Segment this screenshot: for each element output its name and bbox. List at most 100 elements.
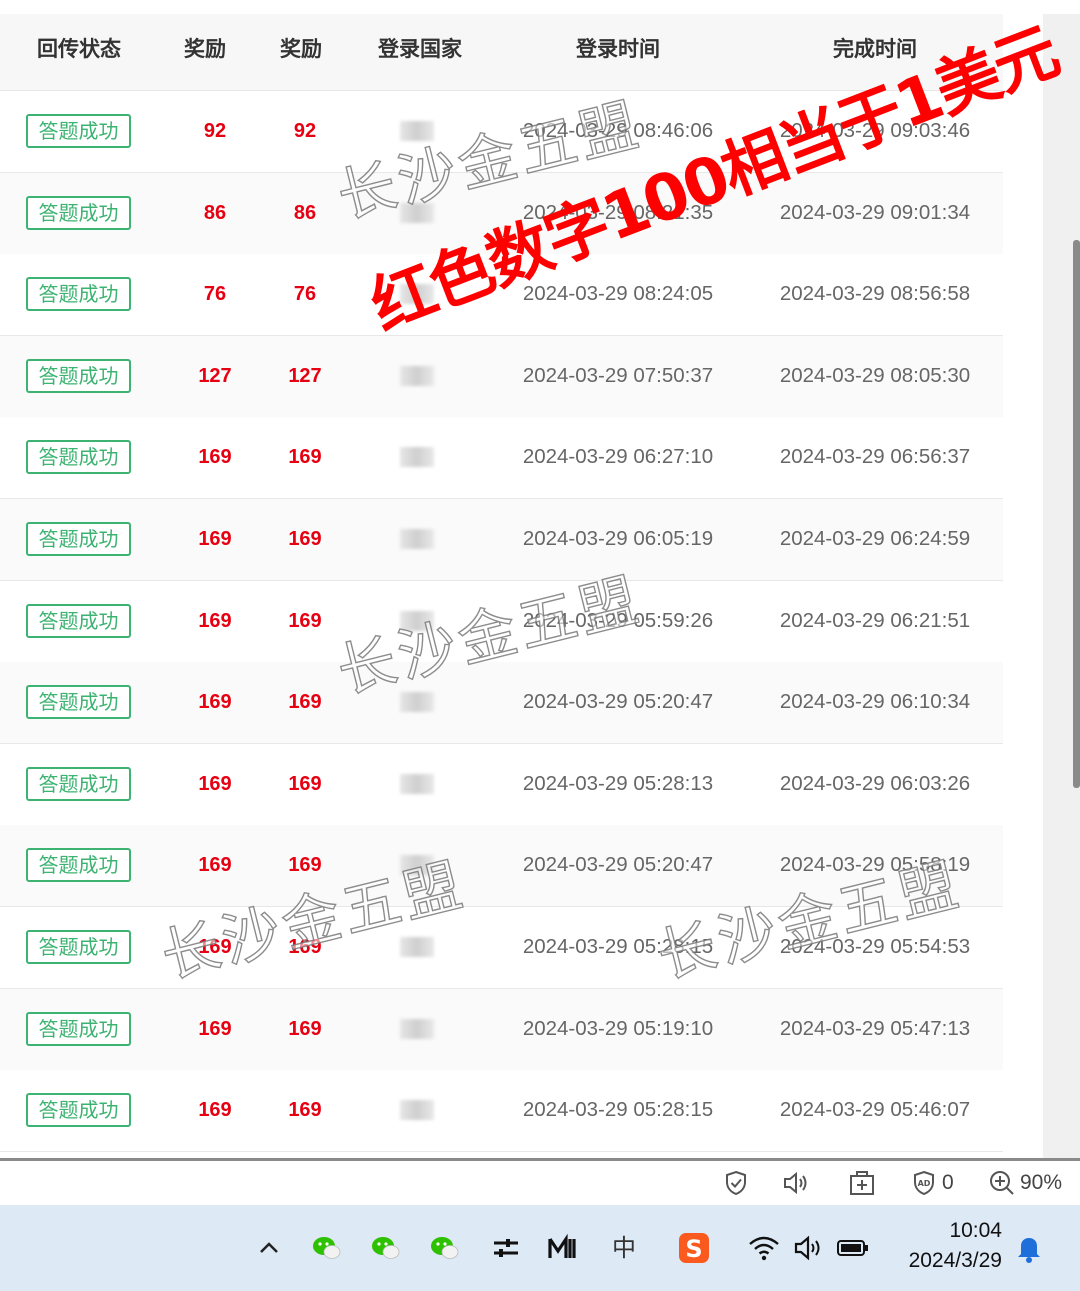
wifi-icon[interactable]: [747, 1231, 781, 1265]
status-badge: 答题成功: [26, 522, 131, 556]
finish-time: 2024-03-29 05:58:19: [779, 853, 971, 877]
finish-time: 2024-03-29 06:24:59: [779, 527, 971, 550]
reward-value: 169: [288, 691, 322, 714]
reward-value: 169: [288, 1017, 322, 1040]
finish-time: 2024-03-29 06:21:51: [779, 608, 971, 632]
reward-value: 169: [288, 528, 322, 550]
battery-icon[interactable]: [836, 1231, 870, 1265]
table-row[interactable]: 答题成功 169 169 2024-03-29 05:20:47 2024-03-29 …: [0, 825, 1003, 908]
table-row[interactable]: 答题成功 127 127 2024-03-29 07:50:37 2024-03-29 …: [0, 335, 1003, 418]
reward-value: 169: [288, 446, 322, 469]
reward-value: 92: [293, 120, 317, 142]
settings-sliders-icon[interactable]: [489, 1231, 523, 1265]
reward-value: 76: [203, 283, 227, 306]
login-country-blurred: [400, 447, 434, 468]
shield-check-icon[interactable]: [722, 1169, 750, 1197]
reward-value: 169: [198, 446, 232, 469]
status-badge: 答题成功: [26, 1011, 131, 1046]
header-login-time[interactable]: 登录时间: [495, 14, 741, 90]
zoom-in-icon[interactable]: [988, 1169, 1016, 1197]
table-row[interactable]: 答题成功 169 169 2024-03-29 05:28:15 2024-03-29 …: [0, 907, 1003, 989]
browser-status-bar: AD 0 90%: [0, 1161, 1080, 1206]
finish-time: 2024-03-29 08:05:30: [779, 363, 971, 387]
status-badge: 答题成功: [26, 277, 131, 312]
wechat-icon[interactable]: [369, 1231, 403, 1265]
results-table: 回传状态 奖励 奖励 登录国家 登录时间 完成时间 答题成功 92 92 2024-0…: [0, 0, 1003, 1160]
volume-icon[interactable]: [792, 1231, 826, 1265]
reward-value: 86: [293, 201, 317, 224]
table-top-edge: [0, 0, 1003, 15]
reward-value: 169: [198, 1017, 232, 1040]
reward-value: 169: [198, 609, 232, 632]
login-time: 2024-03-29 07:50:37: [522, 363, 714, 387]
login-time: 2024-03-29 06:27:10: [522, 445, 714, 469]
login-country-blurred: [400, 1100, 434, 1121]
table-row[interactable]: 答题成功 169 169 2024-03-29 06:27:10 2024-03-29 …: [0, 417, 1003, 500]
login-country-blurred: [400, 610, 434, 631]
chevron-up-icon[interactable]: [252, 1231, 286, 1265]
status-badge: 答题成功: [26, 440, 131, 475]
finish-time: 2024-03-29 06:56:37: [779, 445, 971, 469]
status-badge: 答题成功: [26, 685, 131, 720]
login-country-blurred: [400, 773, 434, 794]
svg-text:AD: AD: [918, 1179, 931, 1188]
status-badge: 答题成功: [26, 358, 131, 393]
status-badge: 答题成功: [26, 930, 131, 964]
zoom-level[interactable]: 90%: [1020, 1169, 1062, 1197]
login-time: 2024-03-29 05:28:15: [522, 1098, 714, 1122]
reward-value: 169: [198, 528, 232, 550]
reward-value: 169: [288, 609, 322, 632]
table-row[interactable]: 答题成功 169 169 2024-03-29 06:05:19 2024-03-29 …: [0, 499, 1003, 581]
header-reward-1[interactable]: 奖励: [160, 14, 250, 90]
finish-time: 2024-03-29 05:46:07: [779, 1098, 971, 1122]
reward-value: 86: [203, 201, 227, 224]
svg-text:S: S: [685, 1235, 702, 1263]
reward-value: 169: [198, 936, 232, 958]
login-country-blurred: [400, 937, 434, 957]
reward-value: 169: [198, 1099, 232, 1122]
reward-value: 169: [198, 854, 232, 877]
login-time: 2024-03-29 05:59:26: [522, 608, 714, 632]
header-status[interactable]: 回传状态: [0, 14, 158, 90]
header-reward-2[interactable]: 奖励: [256, 14, 346, 90]
status-badge: 答题成功: [26, 1093, 131, 1128]
finish-time: 2024-03-29 06:10:34: [779, 690, 971, 714]
table-row[interactable]: 答题成功 169 169 2024-03-29 05:19:10 2024-03-29 …: [0, 988, 1003, 1071]
wechat-icon[interactable]: [310, 1231, 344, 1265]
table-row[interactable]: 答题成功 169 169 2024-03-29 05:28:15 2024-03-29 …: [0, 1070, 1003, 1153]
header-login-country[interactable]: 登录国家: [365, 14, 475, 90]
clock-time[interactable]: 10:04: [880, 1219, 1002, 1243]
windows-taskbar: 中 S 10:04 2024/3/29: [0, 1205, 1080, 1291]
table-row[interactable]: 答题成功 169 169 2024-03-29 05:28:13 2024-03-29 …: [0, 743, 1003, 826]
notification-bell-icon[interactable]: [1012, 1231, 1046, 1265]
reward-value: 76: [293, 283, 317, 306]
status-badge: 答题成功: [26, 195, 131, 230]
wechat-icon[interactable]: [428, 1231, 462, 1265]
reward-value: 169: [198, 691, 232, 714]
ime-icon[interactable]: 中: [607, 1231, 641, 1265]
app-m-icon[interactable]: [546, 1231, 580, 1265]
sogou-input-icon[interactable]: S: [677, 1231, 711, 1265]
add-tab-icon[interactable]: [848, 1169, 876, 1197]
status-badge: 答题成功: [26, 114, 131, 148]
browser-content: 回传状态 奖励 奖励 登录国家 登录时间 完成时间 答题成功 92 92 2024-0…: [0, 0, 1080, 1160]
login-time: 2024-03-29 05:20:47: [522, 690, 714, 714]
reward-value: 169: [198, 772, 232, 795]
login-time: 2024-03-29 05:28:13: [522, 771, 714, 795]
ad-block-icon[interactable]: AD: [910, 1169, 938, 1197]
login-country-blurred: [400, 692, 434, 713]
read-aloud-icon[interactable]: [782, 1169, 810, 1197]
login-time: 2024-03-29 05:20:47: [522, 853, 714, 877]
reward-value: 169: [288, 854, 322, 877]
login-time: 2024-03-29 06:05:19: [522, 527, 714, 550]
clock-date[interactable]: 2024/3/29: [880, 1249, 1002, 1273]
table-row[interactable]: 答题成功 169 169 2024-03-29 05:59:26 2024-03-29 …: [0, 580, 1003, 663]
finish-time: 2024-03-29 08:56:58: [779, 282, 971, 306]
table-row[interactable]: 答题成功 169 169 2024-03-29 05:20:47 2024-03-29 …: [0, 662, 1003, 745]
scrollbar-thumb[interactable]: [1073, 240, 1080, 788]
ad-block-count: 0: [942, 1171, 954, 1194]
reward-value: 127: [198, 364, 232, 387]
reward-value: 92: [203, 120, 227, 142]
finish-time: 2024-03-29 05:47:13: [779, 1016, 971, 1040]
reward-value: 127: [288, 364, 322, 387]
